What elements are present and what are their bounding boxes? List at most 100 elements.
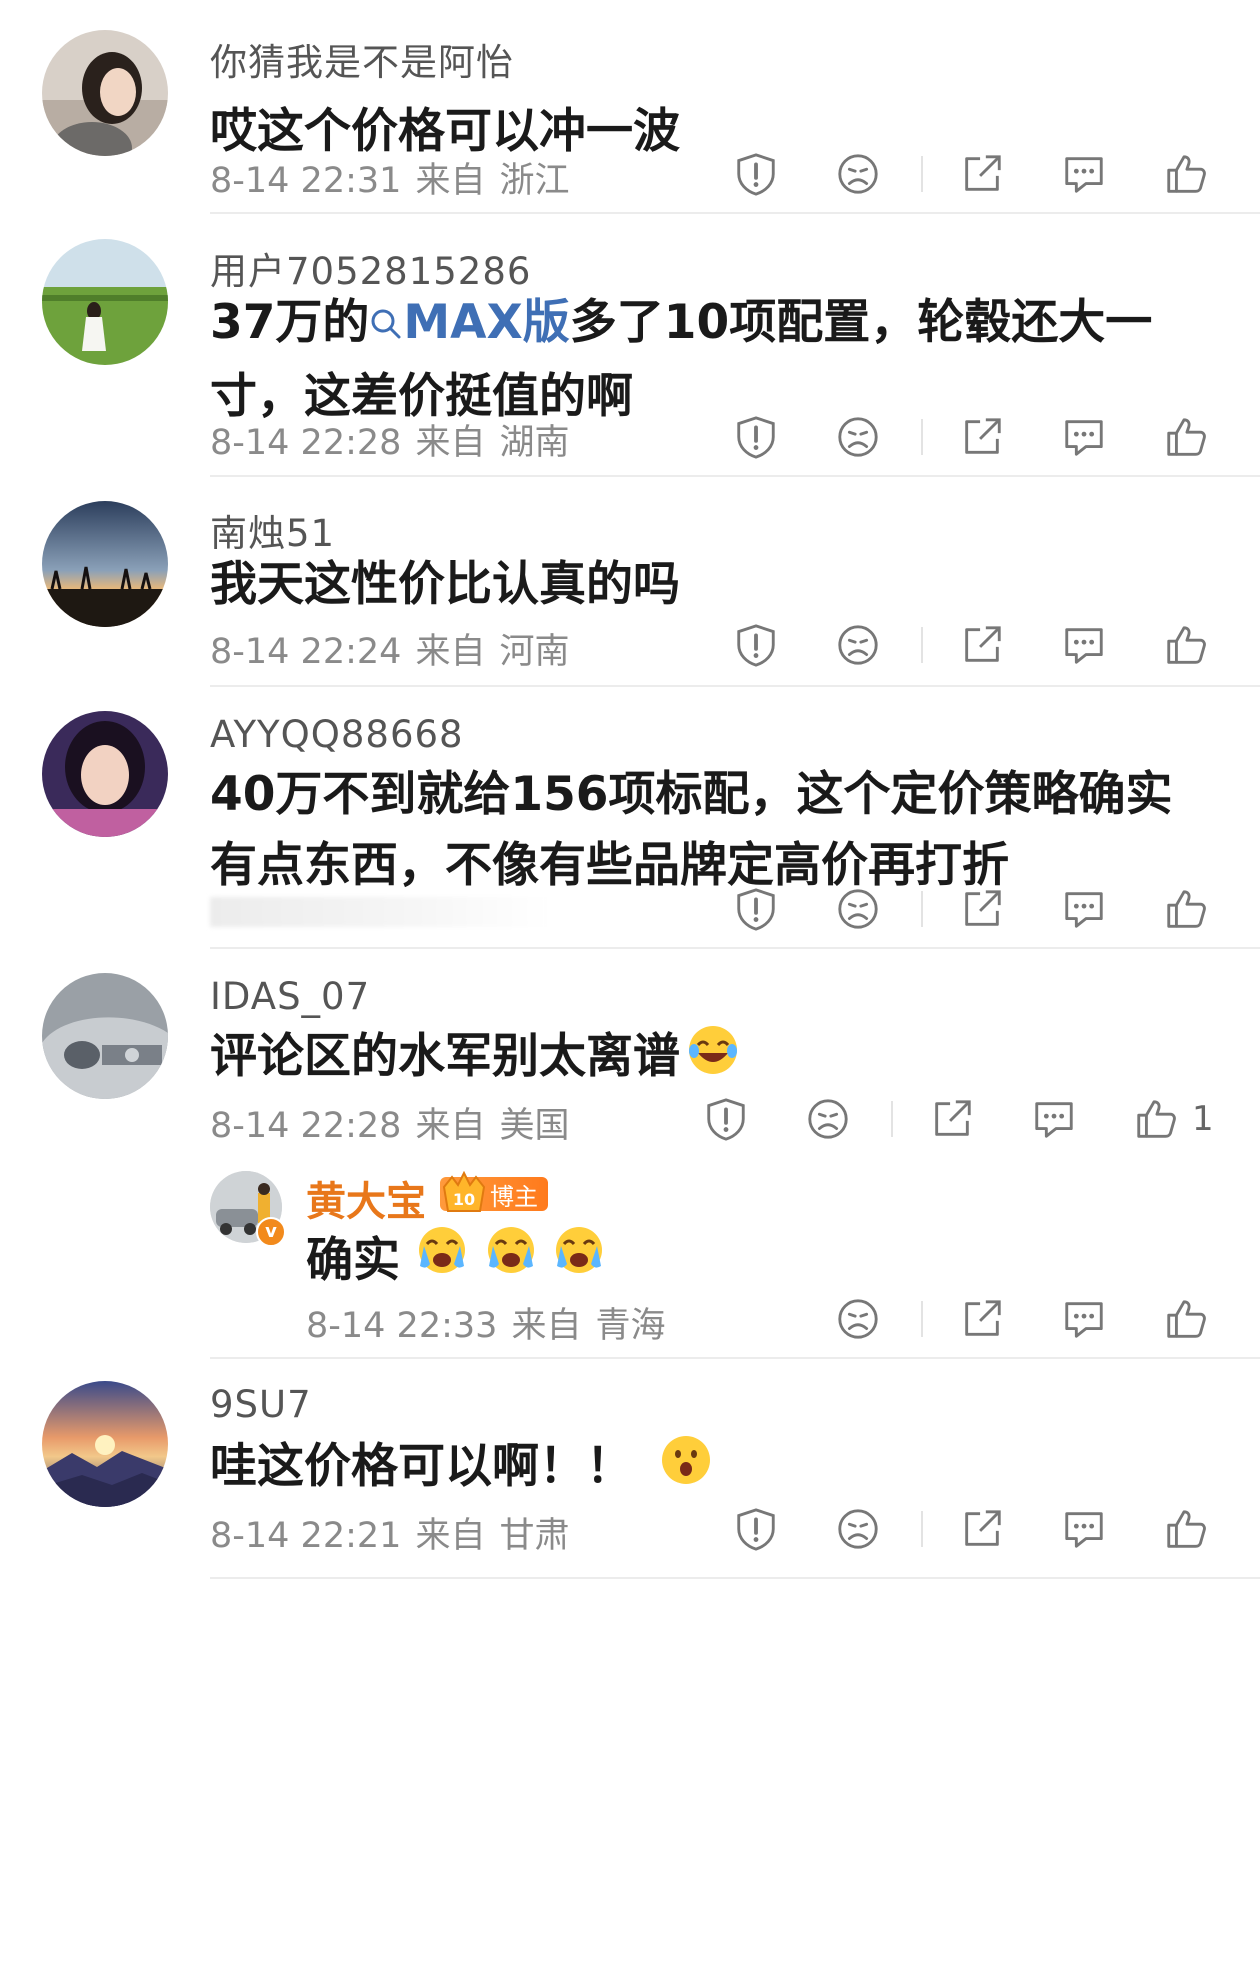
reply-item: v 黄大宝 10 博主 确实 8-14 22:33 来自 青海 <box>0 1159 1260 1359</box>
action-separator <box>891 1101 893 1137</box>
like-icon <box>1167 1300 1206 1338</box>
avatar[interactable] <box>42 239 168 365</box>
share-button[interactable] <box>954 146 1010 202</box>
like-button[interactable] <box>1158 1501 1214 1557</box>
comment-item: 你猜我是不是阿怡 哎这个价格可以冲一波 8-14 22:31 来自 浙江 <box>0 0 1260 215</box>
comment-username[interactable]: AYYQQ88668 <box>210 713 464 756</box>
like-button[interactable] <box>1158 409 1214 465</box>
report-button[interactable] <box>728 146 784 202</box>
like-icon <box>1137 1100 1176 1138</box>
comment-item: AYYQQ88668 40万不到就给156项标配，这个定价策略确实有点东西，不像… <box>0 687 1260 949</box>
report-icon <box>737 416 775 459</box>
like-count: 1 <box>1192 1099 1214 1139</box>
report-button[interactable] <box>728 617 784 673</box>
dislike-button[interactable] <box>800 1091 856 1147</box>
comment-button[interactable] <box>1056 1501 1112 1557</box>
share-button[interactable] <box>954 1291 1010 1347</box>
report-button[interactable] <box>728 1501 784 1557</box>
comment-button[interactable] <box>1056 617 1112 673</box>
share-button[interactable] <box>924 1091 980 1147</box>
comment-text-part: 评论区的水军别太离谱 <box>210 1029 680 1084</box>
share-button[interactable] <box>954 881 1010 937</box>
report-icon <box>737 624 775 667</box>
like-button[interactable] <box>1158 1291 1214 1347</box>
comment-item: 用户7052815286 37万的 MAX版多了10项配置，轮毂还大一寸，这差价挺… <box>0 215 1260 477</box>
comment-username[interactable]: 你猜我是不是阿怡 <box>210 32 514 86</box>
comment-button[interactable] <box>1026 1091 1082 1147</box>
avatar[interactable] <box>42 501 168 627</box>
surprised-emoji-icon <box>659 1433 713 1507</box>
report-icon <box>737 153 775 196</box>
avatar[interactable] <box>42 30 168 156</box>
avatar[interactable] <box>42 973 168 1099</box>
comment-item: IDAS_07 评论区的水军别太离谱 8-14 22:28 来自 美国 1 v … <box>0 949 1260 1359</box>
verified-icon: v <box>256 1217 286 1247</box>
share-icon <box>965 890 1001 926</box>
dislike-button[interactable] <box>830 1501 886 1557</box>
like-button[interactable] <box>1128 1091 1184 1147</box>
crying-emoji-icon <box>553 1227 605 1288</box>
share-icon <box>935 1100 971 1136</box>
comment-button[interactable] <box>1056 881 1112 937</box>
dislike-button[interactable] <box>830 409 886 465</box>
dislike-button[interactable] <box>830 617 886 673</box>
comment-button[interactable] <box>1056 409 1112 465</box>
report-icon <box>707 1098 745 1141</box>
badge-level: 10 <box>453 1190 475 1209</box>
badge-label: 博主 <box>490 1182 538 1211</box>
comment-actions <box>0 881 1260 941</box>
crying-emoji-icon <box>416 1227 468 1288</box>
dislike-icon <box>808 1099 848 1139</box>
dislike-icon <box>838 1509 878 1549</box>
share-button[interactable] <box>954 617 1010 673</box>
search-icon <box>369 290 403 361</box>
share-button[interactable] <box>954 409 1010 465</box>
dislike-icon <box>838 1299 878 1339</box>
topic-link-text: MAX版 <box>403 295 570 350</box>
dislike-icon <box>838 889 878 929</box>
like-button[interactable] <box>1158 617 1214 673</box>
action-separator <box>921 891 923 927</box>
report-icon <box>737 888 775 931</box>
avatar[interactable] <box>42 711 168 837</box>
avatar[interactable]: v <box>210 1171 286 1247</box>
comment-icon <box>1065 628 1103 664</box>
comment-actions: 1 <box>0 1091 1260 1151</box>
dislike-button[interactable] <box>830 881 886 937</box>
like-icon <box>1167 890 1206 928</box>
comment-text-part: 哇这价格可以啊！！ <box>210 1439 633 1494</box>
like-icon <box>1167 1510 1206 1548</box>
dislike-button[interactable] <box>830 146 886 202</box>
comment-button[interactable] <box>1056 146 1112 202</box>
reply-text-part: 确实 <box>306 1233 400 1288</box>
comment-actions <box>0 409 1260 469</box>
comment-button[interactable] <box>1056 1291 1112 1347</box>
action-separator <box>921 419 923 455</box>
comment-icon <box>1065 1302 1103 1338</box>
topic-link[interactable]: MAX版 <box>369 295 570 350</box>
dislike-button[interactable] <box>830 1291 886 1347</box>
like-button[interactable] <box>1158 881 1214 937</box>
like-button[interactable] <box>1158 146 1214 202</box>
comment-item: 9SU7 哇这价格可以啊！！ 8-14 22:21 来自 甘肃 <box>0 1359 1260 1599</box>
comment-username[interactable]: IDAS_07 <box>210 975 370 1018</box>
comment-divider <box>210 212 1260 214</box>
comment-actions <box>0 146 1260 206</box>
action-separator <box>921 156 923 192</box>
blogger-badge: 10 博主 <box>440 1171 548 1212</box>
comment-icon <box>1065 420 1103 456</box>
report-button[interactable] <box>728 881 784 937</box>
comment-icon <box>1065 892 1103 928</box>
comment-text: 40万不到就给156项标配，这个定价策略确实有点东西，不像有些品牌定高价再打折 <box>210 767 1173 893</box>
like-icon <box>1167 155 1206 193</box>
comment-list: 你猜我是不是阿怡 哎这个价格可以冲一波 8-14 22:31 来自 浙江 用户7… <box>0 0 1260 1981</box>
laughing-tears-emoji-icon <box>686 1023 740 1097</box>
comment-divider <box>210 1577 1260 1579</box>
comment-username[interactable]: 9SU7 <box>210 1383 312 1426</box>
share-icon <box>965 418 1001 454</box>
reply-username[interactable]: 黄大宝 <box>306 1169 426 1227</box>
report-button[interactable] <box>728 409 784 465</box>
report-button[interactable] <box>698 1091 754 1147</box>
share-button[interactable] <box>954 1501 1010 1557</box>
avatar[interactable] <box>42 1381 168 1507</box>
